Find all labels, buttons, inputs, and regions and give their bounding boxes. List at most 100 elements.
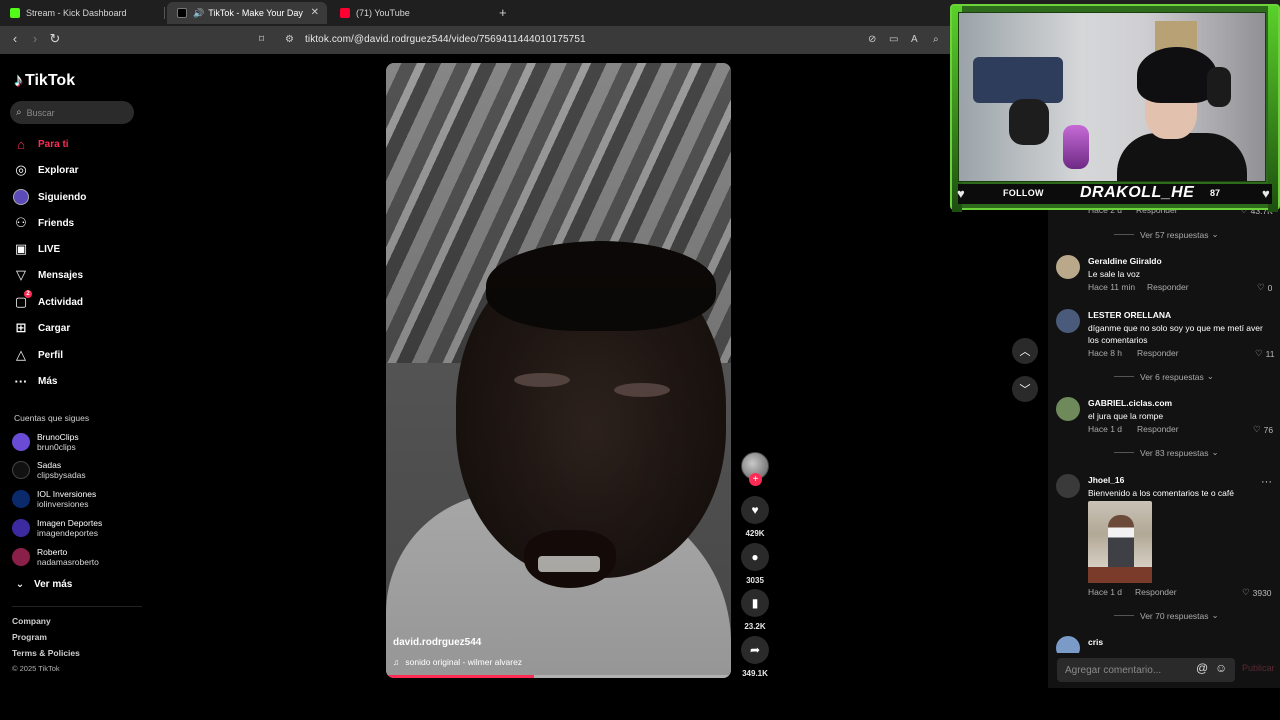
translate-icon[interactable]: A — [911, 34, 918, 45]
search-icon: ⌕ — [16, 107, 22, 118]
activity-icon: ▢ 2 — [12, 290, 32, 311]
tiktok-note-icon: ♪ — [14, 70, 23, 90]
video-player[interactable]: david.rodrguez544 ♫ sonido original - wi… — [386, 63, 731, 678]
close-tab-icon[interactable]: ✕ — [311, 7, 319, 18]
follow-plus-icon[interactable]: + — [749, 473, 762, 486]
video-sound[interactable]: ♫ sonido original - wilmer alvarez — [393, 657, 522, 667]
nav-explorar[interactable]: ◎ Explorar — [12, 160, 78, 180]
back-icon[interactable]: ‹ — [6, 31, 24, 46]
comment-username[interactable]: Geraldine Giiraldo — [1088, 256, 1162, 266]
chevron-down-icon: ﹀ — [1019, 384, 1031, 396]
like-button[interactable]: ♥ — [741, 496, 769, 524]
emoji-icon[interactable]: ☺ — [1215, 661, 1227, 675]
zoom-icon[interactable]: ⌕ — [933, 34, 939, 45]
avatar[interactable] — [1056, 309, 1080, 333]
avatar[interactable] — [1056, 255, 1080, 279]
reply-button[interactable]: Responder — [1137, 348, 1179, 358]
search-input[interactable] — [26, 107, 119, 118]
comment-text: el jura que la rompe — [1088, 411, 1164, 421]
following-item[interactable]: Roberto nadamasroberto — [12, 545, 99, 569]
nav-mensajes[interactable]: ▽ Mensajes — [12, 265, 83, 285]
reply-button[interactable]: Responder — [1147, 282, 1189, 292]
following-item[interactable]: BrunoClips brun0clips — [12, 430, 79, 454]
nav-live[interactable]: ▣ LIVE — [12, 239, 60, 259]
nav-label: Para ti — [38, 138, 69, 150]
following-name: Sadas — [37, 459, 62, 470]
comment-like[interactable]: ♡ 3930 — [1242, 587, 1272, 598]
view-replies-button[interactable]: Ver 70 respuestas ⌄ — [1114, 610, 1219, 621]
tiktok-favicon-icon — [177, 8, 187, 18]
bookmark-icon[interactable]: ⌑ — [259, 34, 264, 45]
previous-video-button[interactable]: ︿ — [1012, 338, 1038, 364]
nav-label: Actividad — [38, 296, 84, 308]
view-replies-label: Ver 70 respuestas — [1140, 610, 1209, 621]
nav-perfil[interactable]: △ Perfil — [12, 345, 63, 365]
search-box[interactable]: ⌕ — [10, 101, 134, 124]
comment-like[interactable]: ♡ 0 — [1257, 282, 1272, 293]
site-settings-icon[interactable]: ⚙ — [285, 34, 294, 45]
tracking-icon[interactable]: ⊘ — [868, 34, 876, 45]
view-replies-button[interactable]: Ver 57 respuestas ⌄ — [1114, 229, 1219, 240]
reply-button[interactable]: Responder — [1135, 587, 1177, 597]
new-tab-button[interactable]: + — [499, 5, 507, 20]
video-progress-bar[interactable] — [386, 675, 731, 678]
nav-para-ti[interactable]: ⌂ Para ti — [12, 134, 69, 154]
following-handle: nadamasroberto — [37, 556, 99, 567]
streamer-name: DRAKOLL_HE — [1080, 184, 1195, 201]
footer-link-company[interactable]: Company — [12, 616, 51, 626]
comment-username[interactable]: GABRIEL.ciclas.com — [1088, 398, 1172, 408]
nav-mas[interactable]: ··· Más — [12, 371, 58, 391]
publish-button[interactable]: Publicar — [1242, 663, 1275, 673]
tab-youtube[interactable]: (71) YouTube — [330, 2, 490, 24]
comment-image[interactable] — [1088, 501, 1152, 583]
video-username[interactable]: david.rodrguez544 — [393, 637, 481, 648]
comment-time: Hace 1 d — [1088, 587, 1123, 597]
nav-friends[interactable]: ⚇ Friends — [12, 213, 74, 233]
mention-icon[interactable]: @ — [1196, 661, 1208, 675]
avatar — [12, 461, 30, 479]
cast-icon[interactable]: ▭ — [889, 34, 898, 45]
comment-input[interactable] — [1057, 658, 1235, 682]
following-item[interactable]: Imagen Deportes imagendeportes — [12, 516, 102, 540]
avatar[interactable] — [1056, 397, 1080, 421]
comment-button[interactable]: ● — [741, 543, 769, 571]
footer-link-program[interactable]: Program — [12, 632, 47, 642]
address-bar[interactable]: tiktok.com/@david.rodrguez544/video/7569… — [305, 34, 586, 45]
comment-like[interactable]: ♡ 11 — [1255, 348, 1274, 359]
save-button[interactable]: ▮ — [741, 589, 769, 617]
divider — [1114, 452, 1134, 453]
comment-like[interactable]: ♡ 76 — [1253, 424, 1273, 435]
comment-time: Hace 8 h — [1088, 348, 1123, 358]
view-replies-button[interactable]: Ver 83 respuestas ⌄ — [1114, 447, 1219, 458]
following-item[interactable]: Sadas clipsbysadas — [12, 458, 86, 482]
comment-username[interactable]: LESTER ORELLANA — [1088, 310, 1171, 320]
comment-username[interactable]: Jhoel_16 — [1088, 475, 1124, 485]
following-item[interactable]: IOL Inversiones iolinversiones — [12, 487, 96, 511]
next-video-button[interactable]: ﹀ — [1012, 376, 1038, 402]
tab-tiktok[interactable]: 🔊 TikTok - Make Your Day ✕ — [167, 2, 327, 24]
reload-icon[interactable]: ↻ — [46, 31, 64, 47]
tiktok-logo[interactable]: ♪ TikTok — [14, 70, 75, 91]
comment-username[interactable]: cris — [1088, 637, 1103, 647]
comment-time: Hace 1 d — [1088, 424, 1123, 434]
avatar[interactable] — [1056, 474, 1080, 498]
see-more-button[interactable]: ⌄ Ver más — [14, 574, 73, 594]
share-button[interactable]: ➦ — [741, 636, 769, 664]
following-section-title: Cuentas que sigues — [14, 413, 90, 423]
nav-siguiendo[interactable]: Siguiendo — [12, 187, 86, 207]
nav-cargar[interactable]: ⊞ Cargar — [12, 318, 71, 338]
bookmark-icon: ▮ — [751, 596, 759, 610]
view-replies-label: Ver 57 respuestas — [1140, 229, 1209, 240]
nav-actividad[interactable]: ▢ 2 Actividad — [12, 290, 84, 312]
chevron-up-icon: ︿ — [1019, 346, 1031, 358]
reply-button[interactable]: Responder — [1137, 424, 1179, 434]
tab-title: TikTok - Make Your Day — [208, 8, 303, 18]
forward-icon[interactable]: › — [26, 31, 44, 46]
tab-kick-dashboard[interactable]: Stream - Kick Dashboard — [0, 2, 165, 24]
following-name: Imagen Deportes — [37, 517, 103, 528]
footer-link-terms[interactable]: Terms & Policies — [12, 648, 80, 658]
view-replies-button[interactable]: Ver 6 respuestas ⌄ — [1114, 371, 1214, 382]
upload-icon: ⊞ — [15, 320, 27, 335]
avatar — [12, 433, 30, 451]
see-more-label: Ver más — [34, 578, 73, 590]
